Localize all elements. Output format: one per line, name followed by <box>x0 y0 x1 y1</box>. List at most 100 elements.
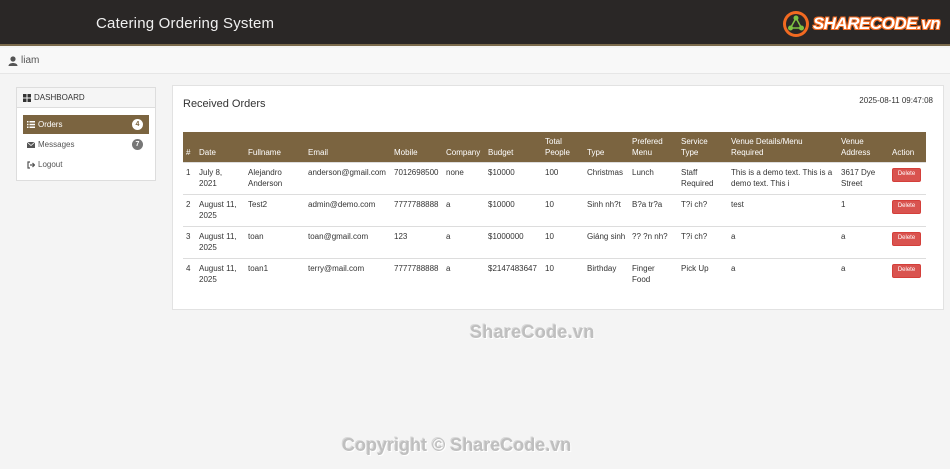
table-cell: Staff Required <box>678 161 728 194</box>
sharecode-logo-icon <box>782 11 809 37</box>
table-cell: terry@mail.com <box>305 257 391 290</box>
watermark-center: ShareCode.vn <box>470 322 595 342</box>
table-cell: 3617 Dye Street <box>838 161 889 194</box>
table-cell: test <box>728 193 838 226</box>
column-header: Company <box>446 147 481 157</box>
delete-button[interactable]: Delete <box>892 231 921 246</box>
table-cell: a <box>443 193 485 226</box>
delete-button[interactable]: Delete <box>892 167 921 182</box>
table-cell: 3 <box>183 225 196 258</box>
table-cell: Finger Food <box>629 257 678 290</box>
action-cell: Delete <box>889 161 926 194</box>
user-name: liam <box>21 55 40 66</box>
table-cell: 7777788888 <box>391 257 443 290</box>
table-cell: 7777788888 <box>391 193 443 226</box>
table-cell: a <box>838 225 889 258</box>
table-cell: $2147483647 <box>485 257 542 290</box>
table-cell: toan@gmail.com <box>305 225 391 258</box>
table-cell: a <box>443 257 485 290</box>
messages-count-badge: 7 <box>132 139 143 150</box>
sidebar-item-messages[interactable]: Messages 7 <box>23 135 149 154</box>
table-cell: $10000 <box>485 161 542 194</box>
table-cell: anderson@gmail.com <box>305 161 391 194</box>
table-cell: a <box>838 257 889 290</box>
sidebar-item-label: Messages <box>38 140 75 149</box>
column-header: Venue Address <box>841 136 871 157</box>
table-cell: 123 <box>391 225 443 258</box>
table-cell: a <box>728 225 838 258</box>
table-cell: toan1 <box>245 257 305 290</box>
table-row: 4 August 11, 2025 toan1 terry@mail.com 7… <box>183 257 926 290</box>
column-header: Budget <box>488 147 514 157</box>
table-row: 3 August 11, 2025 toan toan@gmail.com 12… <box>183 225 926 258</box>
table-cell: Alejandro Anderson <box>245 161 305 194</box>
table-cell: August 11, 2025 <box>196 193 245 226</box>
user-menu[interactable]: liam <box>8 55 39 66</box>
sidebar-item-logout[interactable]: Logout <box>23 155 149 174</box>
app-title[interactable]: Catering Ordering System <box>96 15 274 32</box>
page-title: Received Orders <box>183 98 266 110</box>
sidebar: DASHBOARD Orders 4 Messages 7 Logout <box>16 87 156 181</box>
table-cell: 1 <box>183 161 196 194</box>
table-cell: Giáng sinh <box>584 225 629 258</box>
table-cell: a <box>443 225 485 258</box>
table-cell: 10 <box>542 193 584 226</box>
table-cell: T?i ch? <box>678 225 728 258</box>
column-header: Date <box>199 147 216 157</box>
watermark-footer: Copyright © ShareCode.vn <box>342 435 572 455</box>
sidebar-heading-label: DASHBOARD <box>34 93 85 102</box>
sidebar-heading: DASHBOARD <box>17 88 155 108</box>
table-cell: July 8, 2021 <box>196 161 245 194</box>
column-header: Total People <box>545 136 570 157</box>
table-cell: 1 <box>838 193 889 226</box>
column-header: Action <box>892 147 915 157</box>
column-header: Fullname <box>248 147 281 157</box>
table-cell: This is a demo text. This is a demo text… <box>728 161 838 194</box>
table-cell: 10 <box>542 257 584 290</box>
envelope-icon <box>27 141 35 148</box>
action-cell: Delete <box>889 257 926 290</box>
column-header: Prefered Menu <box>632 136 663 157</box>
column-header: # <box>186 147 191 157</box>
table-cell: Pick Up <box>678 257 728 290</box>
action-cell: Delete <box>889 193 926 226</box>
table-cell: admin@demo.com <box>305 193 391 226</box>
table-cell: August 11, 2025 <box>196 257 245 290</box>
table-cell: B?a tr?a <box>629 193 678 226</box>
delete-button[interactable]: Delete <box>892 199 921 214</box>
sidebar-item-orders[interactable]: Orders 4 <box>23 115 149 134</box>
table-cell: August 11, 2025 <box>196 225 245 258</box>
top-navbar: Catering Ordering System SHARECODE.vn <box>0 0 950 46</box>
orders-table: # Date Fullname Email Mobile Company Bud… <box>183 132 926 290</box>
table-cell: Lunch <box>629 161 678 194</box>
orders-count-badge: 4 <box>132 119 143 130</box>
table-cell: none <box>443 161 485 194</box>
column-header: Type <box>587 147 605 157</box>
list-icon <box>27 121 35 128</box>
sidebar-item-label: Logout <box>38 160 63 169</box>
orders-panel: Received Orders 2025-08-11 09:47:08 # Da… <box>172 85 944 310</box>
column-header: Venue Details/Menu Required <box>731 136 803 157</box>
table-cell: $10000 <box>485 193 542 226</box>
table-cell: 4 <box>183 257 196 290</box>
current-datetime: 2025-08-11 09:47:08 <box>859 96 933 105</box>
table-cell: $1000000 <box>485 225 542 258</box>
user-bar: liam <box>0 48 950 74</box>
sharecode-logo: SHARECODE.vn <box>781 9 941 39</box>
column-header: Service Type <box>681 136 708 157</box>
table-row: 1 July 8, 2021 Alejandro Anderson anders… <box>183 161 926 194</box>
user-icon <box>8 55 18 66</box>
table-row: 2 August 11, 2025 Test2 admin@demo.com 7… <box>183 193 926 226</box>
table-cell: 100 <box>542 161 584 194</box>
table-header-row: # Date Fullname Email Mobile Company Bud… <box>183 132 926 162</box>
sidebar-item-label: Orders <box>38 120 63 129</box>
table-cell: 10 <box>542 225 584 258</box>
table-cell: ?? ?n nh? <box>629 225 678 258</box>
logo-text: SHARECODE.vn <box>812 14 941 33</box>
column-header: Email <box>308 147 329 157</box>
dashboard-icon <box>23 93 31 102</box>
delete-button[interactable]: Delete <box>892 263 921 278</box>
action-cell: Delete <box>889 225 926 258</box>
column-header: Mobile <box>394 147 418 157</box>
table-cell: Sinh nh?t <box>584 193 629 226</box>
